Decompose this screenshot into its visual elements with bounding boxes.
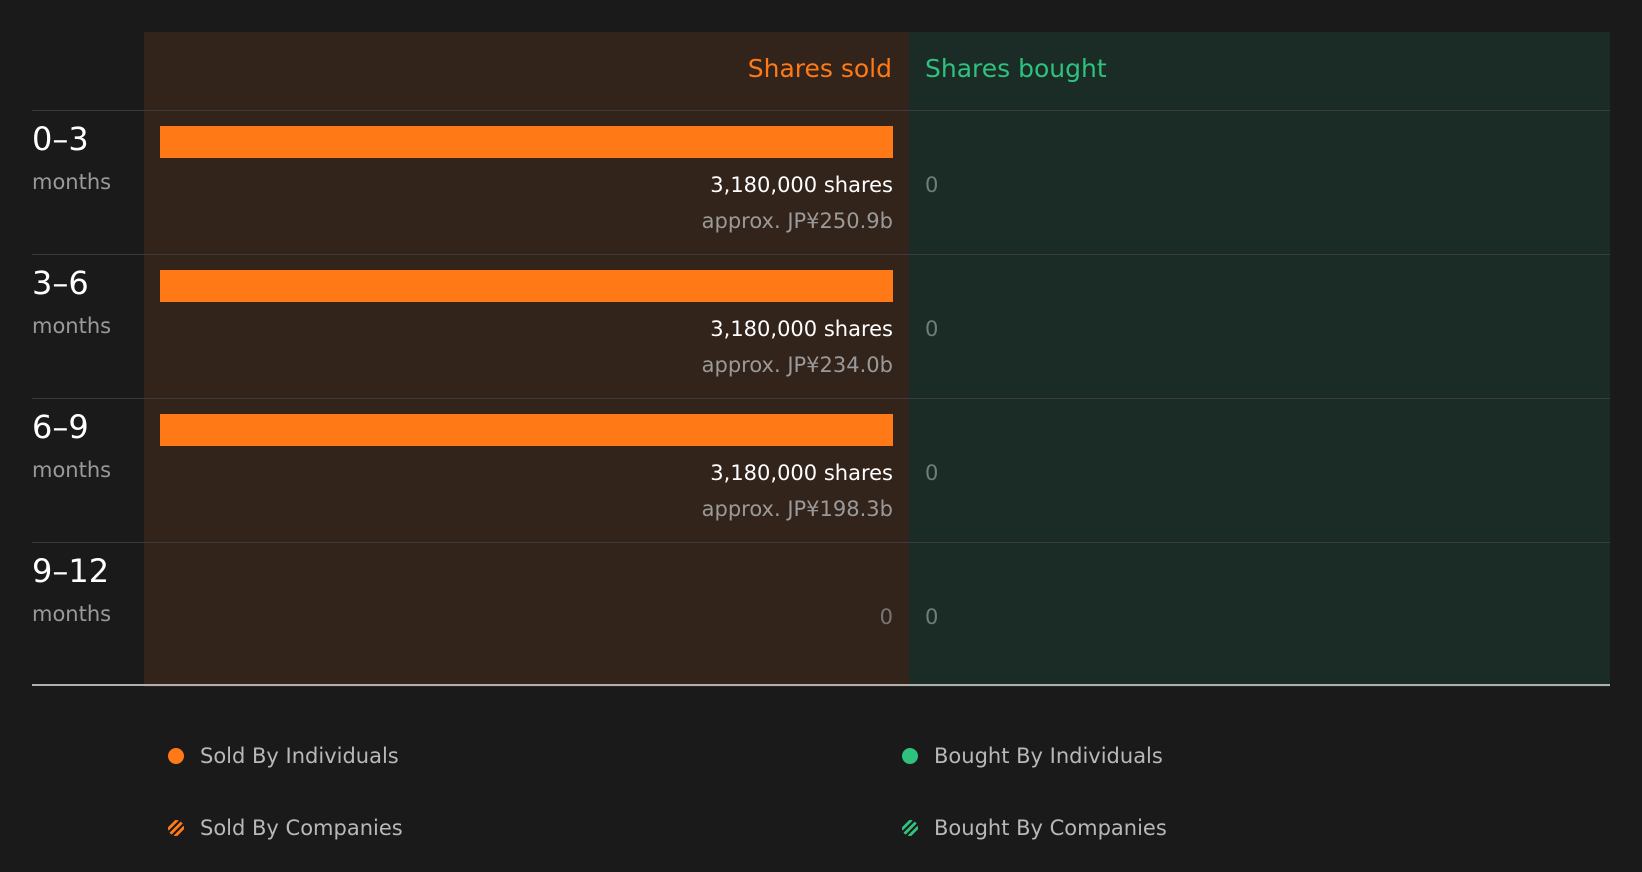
insider-trading-chart: Shares sold Shares bought 0–3 months 3,180… [0,0,1642,700]
row-unit-label: months [32,314,112,338]
shares-sold-header: Shares sold [747,54,892,83]
sold-bar [160,126,893,158]
legend-item-sold-by-individuals: Sold By Individuals [168,741,399,771]
row-unit-label: months [32,458,112,482]
chart-baseline [32,684,1610,686]
bought-zero-label: 0 [925,317,939,341]
legend-label: Sold By Companies [200,816,403,840]
row-unit-label: months [32,170,112,194]
row-divider [32,542,1610,543]
row-range-label: 0–3 [32,120,89,158]
legend-striped-dot-icon [902,820,918,836]
sold-value-label: approx. JP¥234.0b [701,353,893,377]
row-range-label: 9–12 [32,552,110,590]
legend-dot-icon [168,748,184,764]
row-divider [32,110,1610,111]
row-divider [32,254,1610,255]
sold-value-label: approx. JP¥250.9b [701,209,893,233]
legend-label: Sold By Individuals [200,744,399,768]
legend-dot-icon [902,748,918,764]
shares-bought-header: Shares bought [925,54,1107,83]
legend-label: Bought By Companies [934,816,1167,840]
bought-zero-label: 0 [925,173,939,197]
sold-value-label: approx. JP¥198.3b [701,497,893,521]
sold-zero-label: 0 [879,605,893,629]
sold-bar [160,414,893,446]
bought-zero-label: 0 [925,605,939,629]
sold-shares-label: 3,180,000 shares [710,173,893,197]
legend-item-bought-by-companies: Bought By Companies [902,813,1167,843]
row-divider [32,398,1610,399]
sold-shares-label: 3,180,000 shares [710,317,893,341]
legend-striped-dot-icon [168,820,184,836]
sold-shares-label: 3,180,000 shares [710,461,893,485]
chart-row: 6–9 months 3,180,000 shares approx. JP¥198.… [0,398,1642,542]
bought-zero-label: 0 [925,461,939,485]
chart-row: 9–12 months 0 0 [0,542,1642,686]
sold-bar [160,270,893,302]
row-range-label: 3–6 [32,264,89,302]
legend-item-sold-by-companies: Sold By Companies [168,813,403,843]
chart-row: 3–6 months 3,180,000 shares approx. JP¥234.… [0,254,1642,398]
chart-row: 0–3 months 3,180,000 shares approx. JP¥250.… [0,110,1642,254]
row-range-label: 6–9 [32,408,89,446]
legend-label: Bought By Individuals [934,744,1163,768]
row-unit-label: months [32,602,112,626]
legend-item-bought-by-individuals: Bought By Individuals [902,741,1163,771]
